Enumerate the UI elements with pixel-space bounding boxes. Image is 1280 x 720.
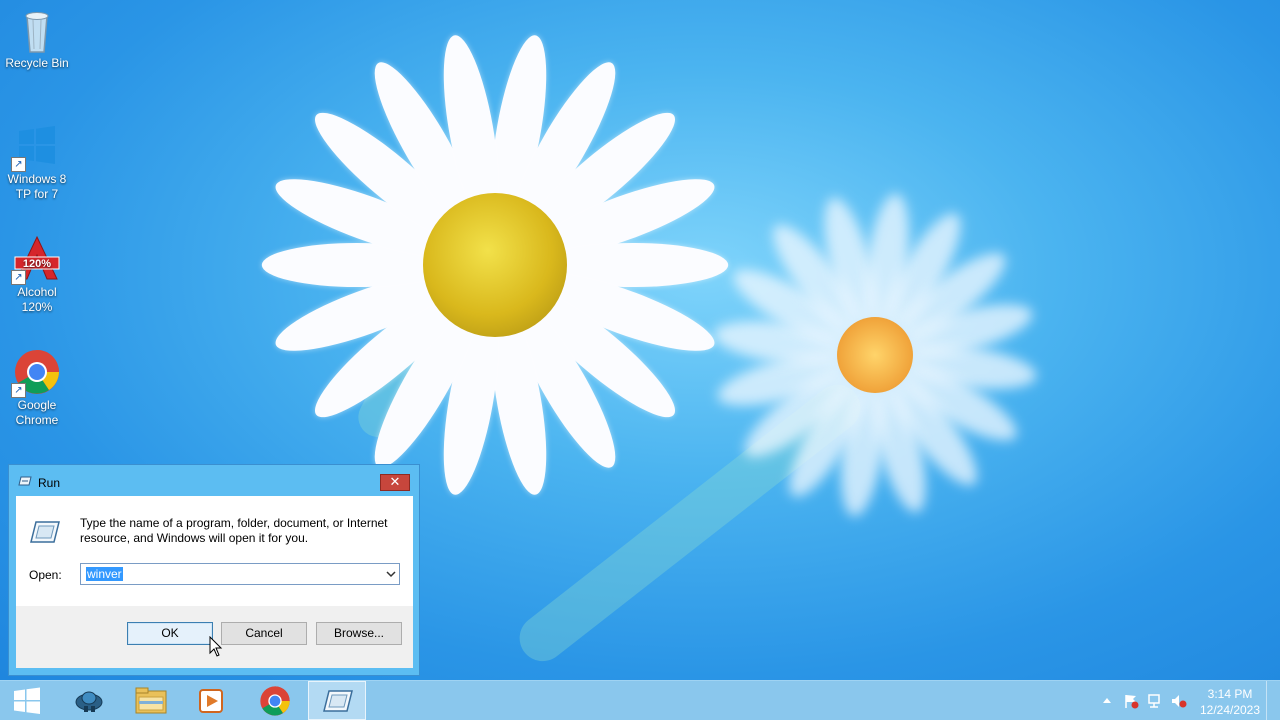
start-button[interactable]: [0, 681, 58, 720]
taskbar-vmware[interactable]: [60, 681, 118, 720]
desktop-icon-label: Windows 8 TP for 7: [7, 172, 67, 201]
desktop-icon-google-chrome[interactable]: ↗ Google Chrome: [0, 348, 74, 428]
close-button[interactable]: ✕: [380, 474, 410, 491]
media-player-icon: [199, 689, 223, 713]
browse-button[interactable]: Browse...: [316, 622, 402, 645]
taskbar-file-explorer[interactable]: [122, 681, 180, 720]
desktop-icon-alcohol-120[interactable]: 120% ↗ Alcohol 120%: [0, 235, 74, 315]
show-desktop-button[interactable]: [1266, 681, 1280, 720]
recycle-bin-icon: [13, 6, 61, 54]
shortcut-arrow-icon: ↗: [11, 383, 26, 398]
file-explorer-icon: [135, 687, 167, 714]
desktop-icon-label: Recycle Bin: [5, 56, 69, 70]
chevron-down-icon[interactable]: [386, 569, 396, 579]
taskbar-run[interactable]: [308, 681, 366, 720]
open-input-value[interactable]: winver: [86, 567, 123, 581]
run-dialog-description: Type the name of a program, folder, docu…: [80, 516, 388, 545]
run-dialog-title: Run: [38, 476, 61, 490]
vmware-icon: [75, 691, 103, 712]
chrome-icon: [260, 686, 290, 716]
run-icon: [30, 521, 60, 543]
taskbar: 3:14 PM 12/24/2023: [0, 680, 1280, 720]
taskbar-chrome[interactable]: [246, 681, 304, 720]
action-center-flag-icon[interactable]: [1123, 693, 1139, 709]
svg-text:120%: 120%: [23, 258, 51, 270]
desktop-icon-label: Alcohol 120%: [17, 285, 57, 314]
taskbar-clock[interactable]: 3:14 PM 12/24/2023: [1196, 686, 1264, 718]
chevron-up-icon[interactable]: [1099, 693, 1115, 709]
open-label: Open:: [29, 568, 62, 582]
shortcut-arrow-icon: ↗: [11, 270, 26, 285]
taskbar-media-player[interactable]: [182, 681, 240, 720]
volume-muted-icon[interactable]: [1171, 693, 1187, 709]
run-icon: [323, 690, 353, 712]
mouse-cursor-icon: [209, 636, 223, 657]
windows-logo-icon: [14, 687, 40, 714]
clock-date: 12/24/2023: [1199, 703, 1261, 717]
desktop-icon-recycle-bin[interactable]: Recycle Bin: [0, 6, 74, 71]
desktop-icon-label: Google Chrome: [15, 398, 59, 427]
clock-time: 3:14 PM: [1207, 687, 1253, 701]
chrome-icon: ↗: [11, 348, 61, 398]
ok-button[interactable]: OK: [127, 622, 213, 645]
windows-logo-icon: ↗: [11, 122, 61, 172]
desktop-icon-windows8-tp[interactable]: ↗ Windows 8 TP for 7: [0, 122, 74, 202]
network-icon[interactable]: [1147, 693, 1163, 709]
cancel-button[interactable]: Cancel: [221, 622, 307, 645]
open-combobox[interactable]: winver: [80, 563, 400, 585]
run-dialog-titlebar[interactable]: Run ✕: [9, 465, 419, 495]
wallpaper-daisy-center: [837, 317, 913, 393]
alcohol-120-icon: 120% ↗: [11, 235, 61, 285]
shortcut-arrow-icon: ↗: [11, 157, 26, 172]
wallpaper-daisy-center: [423, 193, 567, 337]
run-icon: [18, 476, 32, 486]
